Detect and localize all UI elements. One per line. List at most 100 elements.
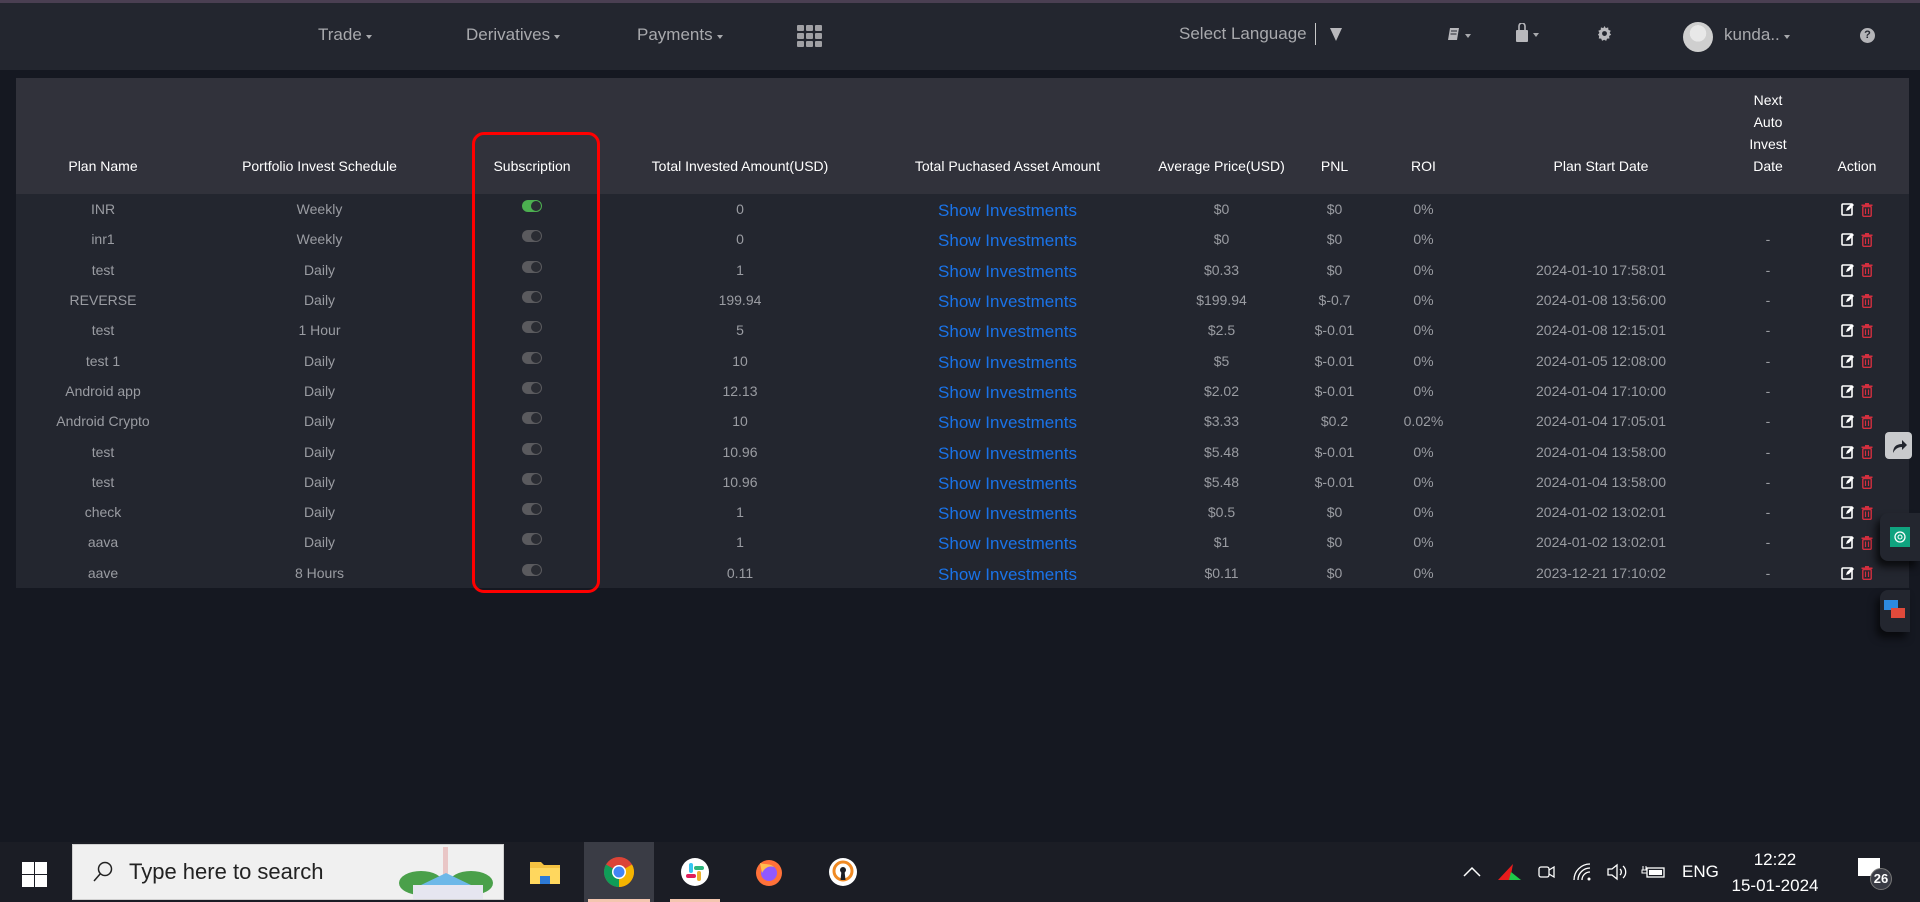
edit-icon[interactable] [1841, 414, 1855, 429]
delete-icon[interactable] [1861, 535, 1873, 550]
delete-icon[interactable] [1861, 444, 1873, 460]
delete-icon[interactable] [1861, 202, 1873, 217]
edit-icon[interactable] [1841, 263, 1855, 277]
delete-icon[interactable] [1861, 293, 1873, 308]
table-row: Android app Daily 12.13 Show Investments $2.… [16, 376, 1909, 406]
taskbar-clock[interactable]: 12:22 15-01-2024 [1730, 847, 1820, 899]
subscription-toggle[interactable] [522, 230, 542, 243]
edit-icon[interactable] [1841, 445, 1855, 459]
taskbar-app-slack[interactable] [660, 842, 730, 902]
subscription-toggle[interactable] [522, 291, 542, 304]
column-header-roi[interactable]: ROI [1376, 78, 1471, 194]
delete-icon[interactable] [1861, 323, 1873, 338]
show-investments-link[interactable]: Show Investments [938, 444, 1077, 463]
help-icon[interactable]: ? [1860, 28, 1875, 43]
taskbar-search-input[interactable]: Type here to search [72, 844, 504, 900]
tray-camera-icon[interactable] [1537, 842, 1557, 902]
plan-name-cell: test [91, 443, 115, 460]
delete-icon[interactable] [1861, 505, 1873, 520]
edit-icon[interactable] [1841, 535, 1855, 550]
edit-icon[interactable] [1841, 323, 1855, 338]
show-investments-link[interactable]: Show Investments [938, 262, 1077, 281]
show-investments-link[interactable]: Show Investments [938, 383, 1077, 402]
subscription-toggle[interactable] [522, 503, 542, 516]
column-header-plan-start-date[interactable]: Plan Start Date [1471, 78, 1731, 194]
column-header-next-auto-invest-date[interactable]: Next Auto Invest Date [1731, 78, 1805, 194]
subscription-toggle[interactable] [522, 351, 542, 364]
taskbar-app-openvpn[interactable] [808, 842, 878, 902]
schedule-cell: Daily [303, 504, 336, 521]
show-investments-link[interactable]: Show Investments [938, 565, 1077, 584]
show-investments-link[interactable]: Show Investments [938, 534, 1077, 553]
edit-icon[interactable] [1841, 505, 1855, 519]
column-header-purchased-asset[interactable]: Total Puchased Asset Amount [865, 78, 1150, 194]
windows-start-button[interactable] [22, 862, 47, 887]
user-avatar[interactable] [1683, 22, 1713, 52]
show-investments-link[interactable]: Show Investments [938, 322, 1077, 341]
show-investments-link[interactable]: Show Investments [938, 201, 1077, 220]
show-investments-link[interactable]: Show Investments [938, 353, 1077, 372]
edit-icon[interactable] [1841, 475, 1855, 489]
subscription-toggle[interactable] [522, 563, 542, 576]
show-investments-link[interactable]: Show Investments [938, 504, 1077, 523]
column-header-subscription[interactable]: Subscription [449, 78, 615, 194]
nav-menu-trade[interactable]: Trade [318, 25, 372, 45]
nav-menu-derivatives[interactable]: Derivatives [466, 25, 561, 45]
column-header-total-invested[interactable]: Total Invested Amount(USD) [615, 78, 865, 194]
show-investments-link[interactable]: Show Investments [938, 292, 1077, 311]
subscription-toggle[interactable] [522, 533, 542, 546]
delete-icon[interactable] [1861, 474, 1873, 490]
tray-battery-icon[interactable] [1641, 842, 1667, 902]
show-investments-link[interactable]: Show Investments [938, 231, 1077, 250]
tray-volume-icon[interactable] [1606, 842, 1628, 902]
subscription-toggle[interactable] [522, 472, 542, 485]
chatgpt-widget-button[interactable] [1880, 513, 1920, 561]
subscription-toggle[interactable] [522, 321, 542, 334]
taskbar-app-firefox[interactable] [734, 842, 804, 902]
taskbar-app-chrome[interactable] [584, 842, 654, 902]
caret-down-icon [554, 34, 561, 39]
input-language-indicator[interactable]: ENG [1682, 842, 1719, 902]
edit-icon[interactable] [1841, 566, 1855, 580]
subscription-toggle[interactable] [522, 260, 542, 273]
orders-menu[interactable] [1447, 27, 1471, 41]
delete-icon[interactable] [1861, 414, 1873, 429]
subscription-toggle[interactable] [522, 442, 542, 455]
delete-icon[interactable] [1861, 353, 1873, 369]
settings-button[interactable] [1597, 26, 1612, 41]
taskbar-app-file-explorer[interactable] [510, 842, 580, 902]
header-line: Invest [1749, 136, 1787, 152]
show-hidden-icons-button[interactable] [1462, 842, 1482, 902]
gear-icon [1597, 26, 1612, 41]
nav-menu-payments[interactable]: Payments [637, 25, 723, 45]
tray-wifi-icon[interactable] [1572, 842, 1594, 902]
delete-icon[interactable] [1861, 262, 1873, 278]
delete-icon[interactable] [1861, 565, 1873, 581]
edit-icon[interactable] [1841, 293, 1855, 307]
edit-icon[interactable] [1841, 202, 1855, 216]
delete-icon[interactable] [1861, 383, 1873, 399]
tray-app-icon[interactable] [1497, 842, 1523, 902]
chat-widget-button[interactable] [1880, 590, 1910, 632]
column-header-schedule[interactable]: Portfolio Invest Schedule [190, 78, 449, 194]
column-header-pnl[interactable]: PNL [1293, 78, 1376, 194]
show-investments-link[interactable]: Show Investments [938, 474, 1077, 493]
edit-icon[interactable] [1841, 232, 1855, 247]
apps-grid-icon[interactable] [797, 25, 823, 47]
column-header-average-price[interactable]: Average Price(USD) [1150, 78, 1293, 194]
subscription-toggle[interactable] [522, 412, 542, 425]
notification-center-button[interactable]: 26 [1858, 858, 1892, 890]
share-widget-button[interactable] [1885, 432, 1912, 459]
show-investments-link[interactable]: Show Investments [938, 413, 1077, 432]
user-menu[interactable]: kunda.. [1724, 25, 1790, 45]
pnl-cell: $-0.7 [1318, 292, 1351, 309]
column-header-plan-name[interactable]: Plan Name [16, 78, 190, 194]
subscription-toggle[interactable] [522, 381, 542, 394]
delete-icon[interactable] [1861, 232, 1873, 247]
wallet-menu[interactable] [1515, 23, 1539, 43]
edit-icon[interactable] [1841, 384, 1855, 398]
language-selector[interactable]: Select Language [1179, 23, 1342, 45]
edit-icon[interactable] [1841, 354, 1855, 368]
clock-time: 12:22 [1753, 850, 1797, 869]
subscription-toggle[interactable] [522, 200, 542, 213]
